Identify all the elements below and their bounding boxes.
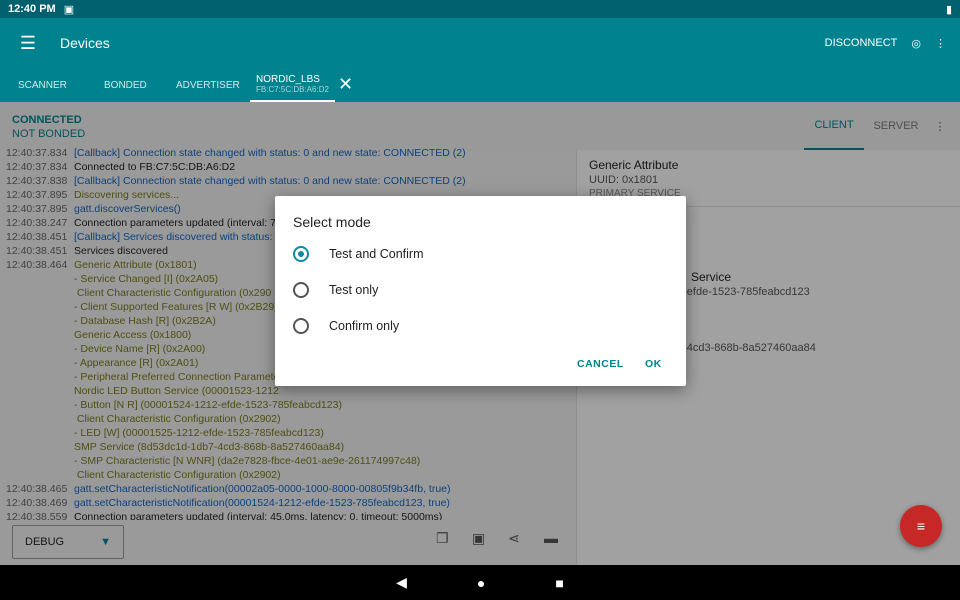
tab-bonded[interactable]: BONDED xyxy=(104,68,147,102)
option-confirm-only[interactable]: Confirm only xyxy=(293,314,399,338)
clock: 12:40 PM xyxy=(8,3,56,15)
tab-nordic-lbs-address: FB:C7:5C:DB:A6:D2 xyxy=(256,85,329,94)
option-label: Test only xyxy=(329,283,379,297)
device-tabs: SCANNER BONDED ADVERTISER NORDIC_LBS FB:… xyxy=(0,68,960,102)
back-icon[interactable]: ◀ xyxy=(396,574,407,591)
radio-selected-icon[interactable] xyxy=(293,246,309,262)
option-test-and-confirm[interactable]: Test and Confirm xyxy=(293,242,423,266)
home-icon[interactable]: ● xyxy=(477,575,485,591)
menu-icon[interactable]: ☰ xyxy=(0,33,56,54)
recents-icon[interactable]: ■ xyxy=(555,575,563,591)
tab-nordic-lbs[interactable]: NORDIC_LBS FB:C7:5C:DB:A6:D2 xyxy=(250,68,335,102)
tab-nordic-lbs-label: NORDIC_LBS xyxy=(256,74,320,85)
disconnect-button[interactable]: DISCONNECT xyxy=(825,37,898,49)
system-nav-bar: ◀ ● ■ xyxy=(0,565,960,600)
option-label: Confirm only xyxy=(329,319,400,333)
tab-scanner[interactable]: SCANNER xyxy=(18,68,67,102)
option-test-only[interactable]: Test only xyxy=(293,278,378,302)
ok-button[interactable]: OK xyxy=(645,358,662,370)
rssi-icon[interactable]: ◎ xyxy=(911,37,921,50)
page-title: Devices xyxy=(60,35,110,51)
option-label: Test and Confirm xyxy=(329,247,424,261)
app-bar: ☰ Devices DISCONNECT ◎ ⋮ xyxy=(0,18,960,68)
radio-icon[interactable] xyxy=(293,318,309,334)
close-tab-icon[interactable]: ✕ xyxy=(338,74,353,95)
dialog-title: Select mode xyxy=(293,214,371,230)
more-options-icon[interactable]: ⋮ xyxy=(935,37,946,50)
select-mode-dialog: Select mode Test and Confirm Test only C… xyxy=(275,196,686,386)
battery-icon: ▮ xyxy=(945,3,952,16)
radio-icon[interactable] xyxy=(293,282,309,298)
cancel-button[interactable]: CANCEL xyxy=(577,358,624,370)
fab-button[interactable]: ≡ xyxy=(900,505,942,547)
status-bar: 12:40 PM ▣ ▮ xyxy=(0,0,960,18)
image-notification-icon: ▣ xyxy=(63,3,75,16)
tab-advertiser[interactable]: ADVERTISER xyxy=(176,68,240,102)
